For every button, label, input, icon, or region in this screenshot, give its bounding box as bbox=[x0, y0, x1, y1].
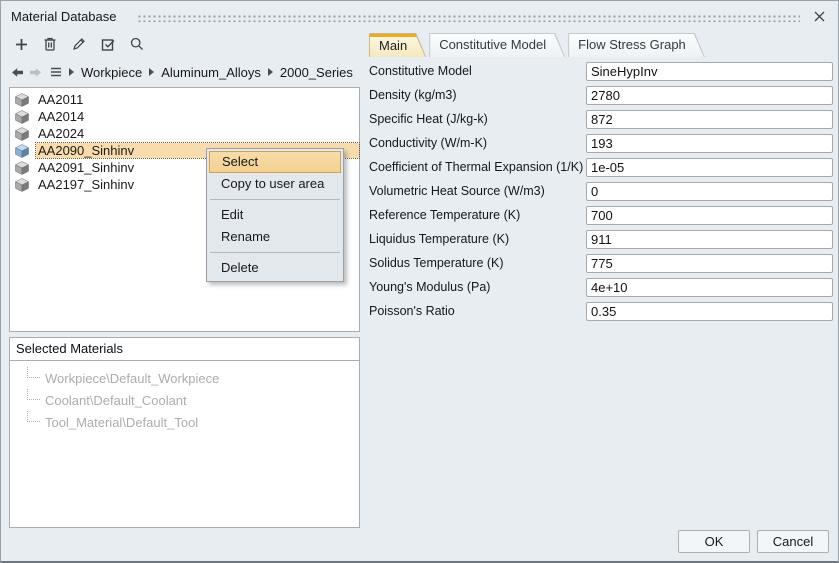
selected-material-label: Coolant\Default_Coolant bbox=[45, 393, 187, 408]
field-label-conductivity: Conductivity (W/m-K) bbox=[369, 136, 586, 150]
detail-tabs: Main Constitutive Model Flow Stress Grap… bbox=[369, 33, 708, 57]
menu-item-delete[interactable]: Delete bbox=[209, 257, 341, 279]
field-input-density[interactable] bbox=[586, 86, 833, 105]
field-input-solidus-temperature[interactable] bbox=[586, 254, 833, 273]
field-label-density: Density (kg/m3) bbox=[369, 88, 586, 102]
close-button[interactable] bbox=[810, 7, 828, 25]
materials-toolbar bbox=[12, 35, 146, 53]
add-icon bbox=[14, 37, 29, 52]
menu-item-select[interactable]: Select bbox=[209, 151, 341, 173]
add-button[interactable] bbox=[12, 35, 30, 53]
field-input-thermal-expansion[interactable] bbox=[586, 158, 833, 177]
field-input-conductivity[interactable] bbox=[586, 134, 833, 153]
selected-materials-header: Selected Materials bbox=[10, 338, 359, 361]
material-row[interactable]: AA2014 bbox=[10, 108, 359, 125]
menu-item-edit[interactable]: Edit bbox=[209, 204, 341, 226]
breadcrumb-2000-series[interactable]: 2000_Series bbox=[280, 65, 353, 80]
tab-main[interactable]: Main bbox=[369, 33, 426, 57]
crumb-separator-icon bbox=[268, 68, 273, 76]
menu-separator bbox=[210, 199, 340, 200]
selected-material-label: Tool_Material\Default_Tool bbox=[45, 415, 198, 430]
material-label: AA2024 bbox=[36, 126, 86, 141]
field-input-youngs-modulus[interactable] bbox=[586, 278, 833, 297]
field-label-solidus-temperature: Solidus Temperature (K) bbox=[369, 256, 586, 270]
field-label-poissons-ratio: Poisson's Ratio bbox=[369, 304, 586, 318]
search-button[interactable] bbox=[128, 35, 146, 53]
tab-constitutive-model[interactable]: Constitutive Model bbox=[429, 33, 565, 57]
context-menu: Select Copy to user area Edit Rename Del… bbox=[206, 148, 344, 282]
back-arrow-icon[interactable] bbox=[11, 66, 24, 79]
selected-material-item[interactable]: Coolant\Default_Coolant bbox=[10, 389, 359, 411]
selected-material-item[interactable]: Workpiece\Default_Workpiece bbox=[10, 367, 359, 389]
delete-button[interactable] bbox=[41, 35, 59, 53]
material-cube-icon bbox=[15, 178, 29, 192]
field-label-volumetric-heat-source: Volumetric Heat Source (W/m3) bbox=[369, 184, 586, 198]
material-database-dialog: Material Database bbox=[0, 0, 839, 563]
field-label-reference-temperature: Reference Temperature (K) bbox=[369, 208, 586, 222]
menu-item-copy-to-user-area[interactable]: Copy to user area bbox=[209, 173, 341, 195]
trash-icon bbox=[42, 36, 58, 52]
tab-label: Main bbox=[370, 34, 425, 57]
field-input-liquidus-temperature[interactable] bbox=[586, 230, 833, 249]
material-label: AA2011 bbox=[36, 92, 85, 107]
dialog-title: Material Database bbox=[11, 9, 117, 24]
titlebar: Material Database bbox=[1, 1, 838, 31]
field-label-youngs-modulus: Young's Modulus (Pa) bbox=[369, 280, 586, 294]
menu-item-rename[interactable]: Rename bbox=[209, 226, 341, 248]
field-input-reference-temperature[interactable] bbox=[586, 206, 833, 225]
material-row[interactable]: AA2024 bbox=[10, 125, 359, 142]
tree-elbow-icon bbox=[27, 367, 40, 378]
drag-handle[interactable] bbox=[137, 13, 801, 22]
material-label: AA2014 bbox=[36, 109, 86, 124]
tab-flow-stress-graph[interactable]: Flow Stress Graph bbox=[568, 33, 705, 57]
dialog-footer: OK Cancel bbox=[678, 530, 829, 553]
field-label-thermal-expansion: Coefficient of Thermal Expansion (1/K) bbox=[369, 160, 586, 174]
tab-label: Constitutive Model bbox=[430, 34, 564, 57]
material-cube-icon bbox=[15, 93, 29, 107]
material-cube-icon bbox=[15, 161, 29, 175]
forward-arrow-icon[interactable] bbox=[29, 66, 42, 79]
field-input-constitutive-model[interactable] bbox=[586, 62, 833, 81]
field-label-specific-heat: Specific Heat (J/kg-k) bbox=[369, 112, 586, 126]
tree-elbow-icon bbox=[27, 389, 40, 400]
material-properties-form: Constitutive Model Density (kg/m3) Speci… bbox=[369, 59, 833, 323]
cancel-button[interactable]: Cancel bbox=[757, 530, 829, 553]
field-label-constitutive-model: Constitutive Model bbox=[369, 64, 586, 78]
crumb-separator-icon bbox=[69, 68, 74, 76]
tree-list-icon[interactable] bbox=[50, 66, 62, 78]
material-cube-icon bbox=[15, 127, 29, 141]
select-edit-button[interactable] bbox=[99, 35, 117, 53]
material-row[interactable]: AA2011 bbox=[10, 91, 359, 108]
field-input-poissons-ratio[interactable] bbox=[586, 302, 833, 321]
menu-separator bbox=[210, 252, 340, 253]
material-label: AA2197_Sinhinv bbox=[36, 177, 136, 192]
tree-elbow-icon bbox=[27, 411, 40, 422]
selected-material-label: Workpiece\Default_Workpiece bbox=[45, 371, 219, 386]
breadcrumb-aluminum-alloys[interactable]: Aluminum_Alloys bbox=[161, 65, 261, 80]
field-input-volumetric-heat-source[interactable] bbox=[586, 182, 833, 201]
ok-button[interactable]: OK bbox=[678, 530, 750, 553]
field-label-liquidus-temperature: Liquidus Temperature (K) bbox=[369, 232, 586, 246]
selected-materials-panel: Selected Materials Workpiece\Default_Wor… bbox=[9, 337, 360, 528]
field-input-specific-heat[interactable] bbox=[586, 110, 833, 129]
breadcrumb-workpiece[interactable]: Workpiece bbox=[81, 65, 142, 80]
tab-label: Flow Stress Graph bbox=[569, 34, 704, 57]
close-icon bbox=[814, 11, 825, 22]
edit-button[interactable] bbox=[70, 35, 88, 53]
crumb-separator-icon bbox=[149, 68, 154, 76]
selected-material-item[interactable]: Tool_Material\Default_Tool bbox=[10, 411, 359, 433]
search-icon bbox=[129, 36, 145, 52]
breadcrumb: Workpiece Aluminum_Alloys 2000_Series bbox=[11, 62, 353, 82]
material-cube-icon bbox=[15, 110, 29, 124]
pencil-icon bbox=[71, 36, 87, 52]
material-cube-icon bbox=[15, 144, 29, 158]
checkbox-edit-icon bbox=[100, 36, 116, 52]
material-label: AA2091_Sinhinv bbox=[36, 160, 136, 175]
